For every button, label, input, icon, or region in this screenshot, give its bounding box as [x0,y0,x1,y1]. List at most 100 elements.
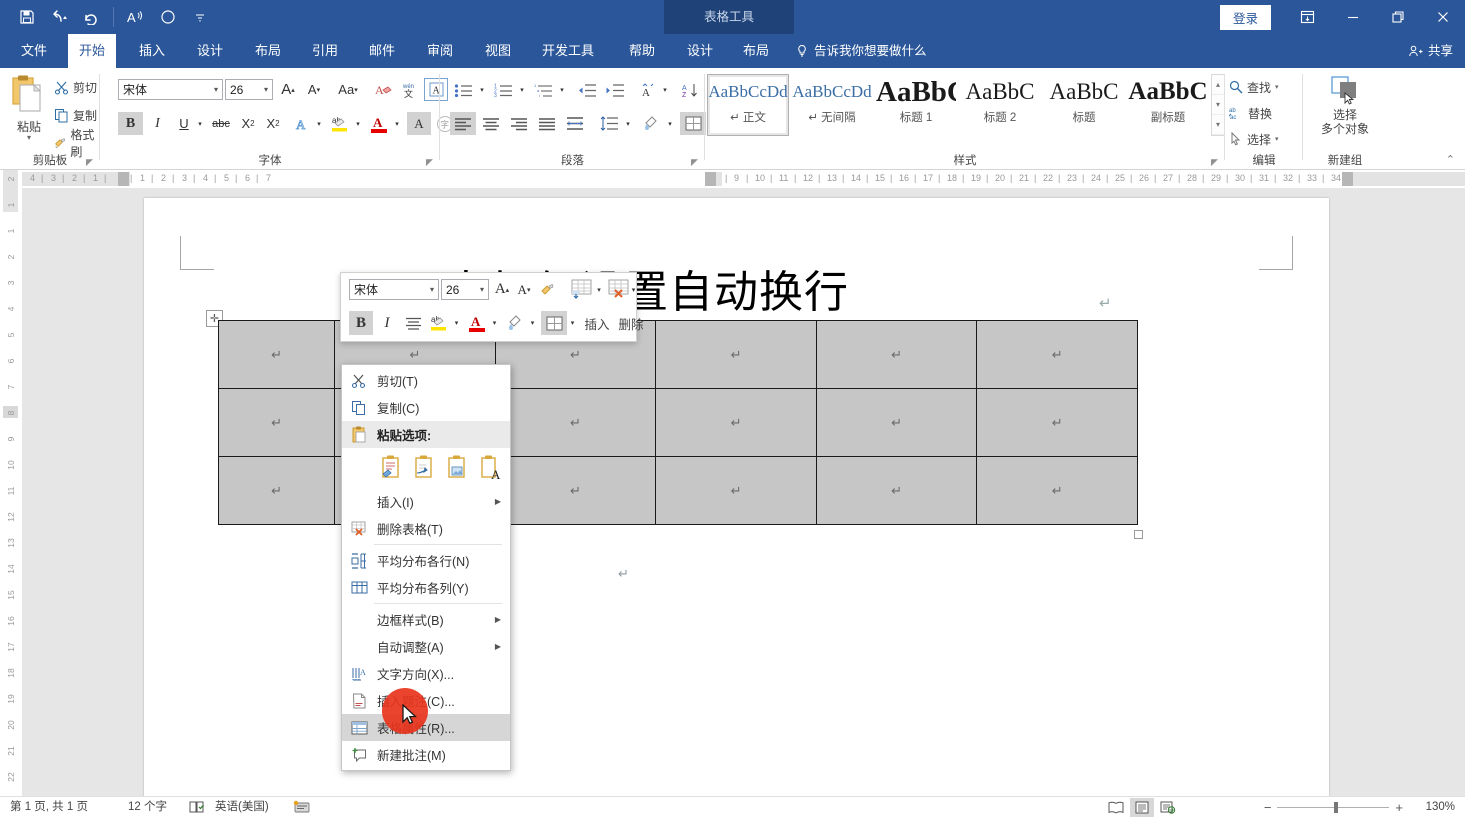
ribbon-display-options-icon[interactable] [1285,0,1330,34]
clear-formatting-button[interactable]: A [372,79,396,100]
change-case-button[interactable]: Aa ▾ [330,79,366,100]
tab-layout[interactable]: 布局 [244,34,292,68]
multilevel-dropdown[interactable]: ▾ [556,79,568,101]
mini-italic-button[interactable]: I [375,311,399,335]
context-menu-item-scissors-icon[interactable]: 剪切(T) [342,367,510,394]
document-page[interactable]: 中如何设置自动换行 ↵ ✛ ↵↵↵↵↵↵↵↵↵↵↵↵↵↵↵↵↵↵ ↵ [144,198,1329,796]
find-dropdown[interactable]: ▾ [1275,83,1279,91]
sign-in-button[interactable]: 登录 [1219,4,1271,30]
multilevel-list-button[interactable]: 1ai [530,79,556,101]
context-menu-item-new-comment-icon[interactable]: 新建批注(M) [342,741,510,768]
mini-shading-button[interactable] [503,311,527,335]
close-icon[interactable] [1420,0,1465,34]
mini-grow-font-button[interactable]: A ▴ [491,279,513,300]
text-highlight-button[interactable]: ab [327,112,353,135]
align-left-button[interactable] [450,112,476,135]
restore-icon[interactable] [1375,0,1420,34]
table-cell[interactable]: ↵ [494,388,657,457]
style-item-subtitle[interactable]: AaBbC 副标题 [1127,74,1209,136]
mini-text-highlight-button[interactable]: ab [427,311,451,335]
table-cell[interactable]: ↵ [976,320,1138,389]
replace-button[interactable]: ab ac 替换 [1229,102,1272,124]
text-effects-button[interactable]: A [290,112,314,135]
paste-button[interactable]: 粘贴 ▾ [6,74,52,142]
table-resize-handle[interactable] [1134,530,1143,539]
strikethrough-button[interactable]: abc [208,112,234,135]
italic-button[interactable]: I [145,112,170,135]
format-painter-button[interactable]: 格式刷 [54,128,100,159]
subscript-button[interactable]: X2 [236,112,260,135]
read-mode-icon[interactable] [1104,798,1128,817]
mini-shading-dropdown[interactable]: ▾ [527,311,538,335]
style-item-heading2[interactable]: AaBbC 标题 2 [959,74,1041,136]
tab-mailings[interactable]: 邮件 [358,34,406,68]
mini-insert-table-dropdown[interactable]: ▾ [594,279,604,300]
style-item-body[interactable]: AaBbCcDd ↵ 正文 [707,74,789,136]
select-multiple-objects-button[interactable]: 选择 多个对象 [1303,74,1387,136]
mini-highlight-dropdown[interactable]: ▾ [451,311,462,335]
table-cell[interactable]: ↵ [217,320,336,389]
tab-references[interactable]: 引用 [301,34,349,68]
shading-button[interactable] [638,112,664,135]
mini-borders-dropdown[interactable]: ▾ [567,311,578,335]
clipboard-dialog-launcher[interactable]: ◤ [86,157,96,167]
horizontal-ruler[interactable]: 4 | 3 | 2 | 1 | | 1 | 2 | 3 | 4 | 5 | 6 | 7 | 9 | 10 | 11 | 12 | 13 | 14 |… [22,170,1465,188]
proofing-icon[interactable] [189,797,207,817]
paragraph-dialog-launcher[interactable]: ◤ [691,157,701,167]
line-spacing-button[interactable] [596,112,622,135]
select-dropdown[interactable]: ▾ [1275,135,1279,143]
tab-file[interactable]: 文件 [10,34,58,68]
keep-source-formatting-icon[interactable] [380,455,402,481]
chevron-down-icon[interactable]: ▾ [264,85,268,94]
zoom-thumb[interactable] [1334,802,1339,813]
tab-view[interactable]: 视图 [474,34,522,68]
table-cell[interactable]: ↵ [655,456,817,525]
context-menu-item-border-styles-icon[interactable]: 边框样式(B) ▶ [342,606,510,633]
print-layout-icon[interactable] [1130,798,1154,817]
align-center-button[interactable] [478,112,504,135]
table-cell[interactable]: ↵ [655,320,817,389]
vertical-ruler[interactable]: 2 1 1 2 3 4 5 6 7 8 9 10 11 12 13 14 15 16 17 18 19 20 21 22 [0,170,22,796]
bullets-dropdown[interactable]: ▾ [476,79,488,101]
tab-design[interactable]: 设计 [186,34,234,68]
chevron-down-icon[interactable]: ▾ [214,85,218,94]
font-color-dropdown[interactable]: ▾ [391,112,403,135]
mini-shrink-font-button[interactable]: A ▾ [513,279,535,300]
cut-button[interactable]: 剪切 [54,76,97,98]
find-button[interactable]: 查找 ▾ [1229,76,1279,98]
character-shading-button[interactable]: A [407,112,431,135]
mini-font-size-combobox[interactable]: 26 ▾ [441,279,489,300]
styles-more-button[interactable]: ▾ [1212,115,1224,135]
zoom-out-button[interactable]: − [1264,800,1272,815]
table-cell[interactable]: ↵ [494,456,657,525]
style-item-heading1[interactable]: AaBbC 标题 1 [875,74,957,136]
document-canvas[interactable]: 中如何设置自动换行 ↵ ✛ ↵↵↵↵↵↵↵↵↵↵↵↵↵↵↵↵↵↵ ↵ [22,188,1465,796]
numbering-button[interactable]: 123 [490,79,516,101]
page-info[interactable]: 第 1 页, 共 1 页 [10,797,88,817]
context-menu-item-insert-icon[interactable]: 插入(I) ▶ [342,488,510,515]
mini-borders-button[interactable] [541,311,567,335]
keep-text-only-icon[interactable]: A [479,455,501,482]
increase-indent-button[interactable] [602,79,628,101]
mini-delete-table-dropdown[interactable]: ▾ [629,279,638,300]
context-menu-item-copy-icon[interactable]: 复制(C) [342,394,510,421]
tab-table-layout[interactable]: 布局 [732,34,780,68]
table-cell[interactable]: ↵ [217,388,336,457]
mini-insert-label[interactable]: 插入 [581,311,613,335]
distribute-button[interactable] [562,112,588,135]
mini-font-name-combobox[interactable]: 宋体 ▾ [349,279,439,300]
bullets-button[interactable] [450,79,476,101]
tab-table-design[interactable]: 设计 [676,34,724,68]
mini-align-button[interactable] [401,311,425,335]
tab-insert[interactable]: 插入 [128,34,176,68]
word-count[interactable]: 12 个字 [128,797,167,817]
font-color-button[interactable]: A [366,112,392,135]
font-size-combobox[interactable]: 26 ▾ [225,79,273,100]
chevron-down-icon[interactable]: ▾ [430,285,434,294]
phonetic-guide-button[interactable]: wén 文 [398,79,422,100]
line-spacing-dropdown[interactable]: ▾ [622,112,634,135]
collapse-ribbon-button[interactable]: ⌃ [1446,153,1455,166]
web-layout-icon[interactable] [1156,798,1180,817]
context-menu-item-distribute-rows-icon[interactable]: 平均分布各行(N) [342,547,510,574]
picture-icon[interactable] [446,455,468,481]
